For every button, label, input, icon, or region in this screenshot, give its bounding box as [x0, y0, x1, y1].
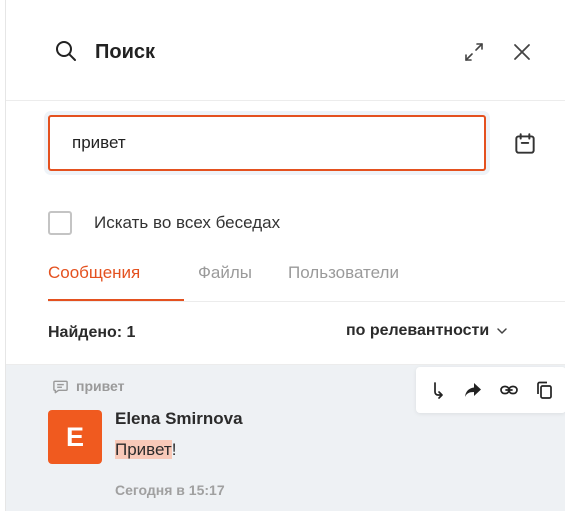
avatar[interactable]: E [48, 410, 102, 464]
copy-icon [537, 381, 553, 399]
active-tab-indicator [48, 299, 184, 301]
message-timestamp: Сегодня в 15:17 [115, 482, 225, 498]
search-all-chats-checkbox[interactable] [48, 211, 72, 235]
reply-button[interactable] [427, 379, 449, 401]
message-actions-toolbar [416, 367, 565, 413]
search-header: Поиск [6, 0, 565, 101]
reply-icon [433, 382, 443, 399]
search-all-chats-option[interactable]: Искать во всех беседах [48, 209, 280, 237]
link-icon [499, 385, 518, 395]
chevron-down-icon [497, 328, 507, 334]
search-input[interactable] [48, 115, 486, 171]
calendar-icon[interactable] [512, 131, 538, 157]
results-header: Найдено: 1 по релевантности [6, 302, 565, 365]
tab-messages[interactable]: Сообщения [48, 261, 140, 285]
tab-users[interactable]: Пользователи [288, 261, 399, 285]
forward-button[interactable] [462, 379, 484, 401]
page-title: Поиск [95, 41, 156, 63]
forward-icon [465, 383, 482, 397]
search-all-chats-label: Искать во всех беседах [94, 213, 281, 232]
list-item[interactable]: привет E Elena Smirnova Привет! Сегодня … [6, 365, 565, 511]
message-text-rest: ! [171, 440, 177, 459]
chat-name: привет [76, 378, 125, 394]
close-icon[interactable] [510, 40, 534, 64]
expand-icon[interactable] [462, 40, 486, 64]
chat-name-row: привет [52, 377, 125, 395]
chat-icon [53, 380, 68, 393]
search-highlight: Привет [115, 440, 172, 459]
tab-files[interactable]: Файлы [198, 261, 252, 285]
sort-label: по релевантности [346, 322, 490, 339]
message-author[interactable]: Elena Smirnova [115, 409, 243, 429]
copy-button[interactable] [533, 379, 555, 401]
sort-select[interactable]: по релевантности [346, 322, 509, 340]
message-text: Привет! [115, 440, 176, 460]
search-panel: Поиск Искать во всех беседах Сообщения Ф… [5, 0, 565, 511]
result-tabs: Сообщения Файлы Пользователи [48, 255, 565, 302]
copy-link-button[interactable] [498, 379, 520, 401]
found-count: Найдено: 1 [48, 324, 136, 341]
search-icon [56, 41, 76, 61]
